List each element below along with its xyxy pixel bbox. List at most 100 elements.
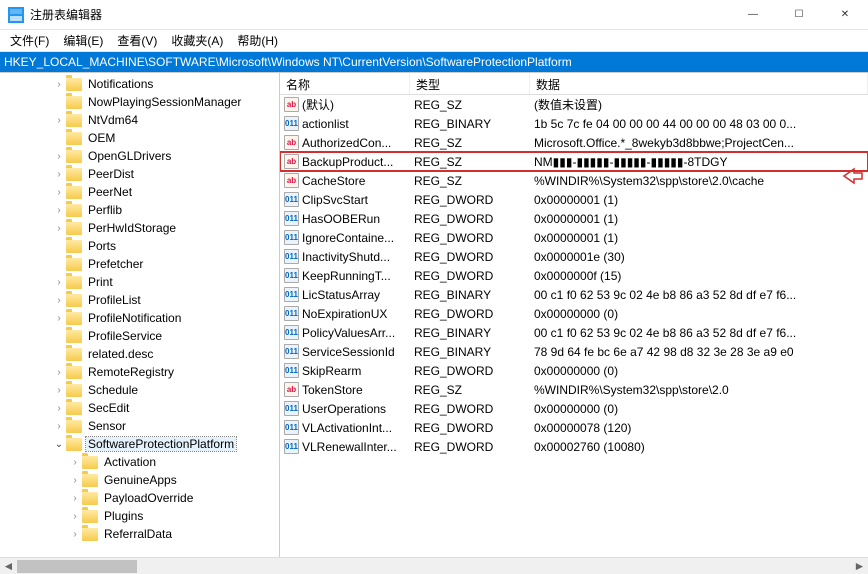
list-row[interactable]: 011IgnoreContaine...REG_DWORD0x00000001 …: [280, 228, 868, 247]
list-row[interactable]: abTokenStoreREG_SZ%WINDIR%\System32\spp\…: [280, 380, 868, 399]
tree-item[interactable]: ›ProfileNotification: [0, 309, 279, 327]
col-header-name[interactable]: 名称: [280, 73, 410, 94]
scroll-thumb[interactable]: [17, 560, 137, 573]
binary-value-icon: 011: [284, 344, 299, 359]
tree-item[interactable]: ProfileService: [0, 327, 279, 345]
menu-favorites[interactable]: 收藏夹(A): [165, 30, 229, 51]
chevron-right-icon[interactable]: ›: [68, 457, 82, 468]
folder-icon: [66, 276, 82, 289]
chevron-down-icon[interactable]: ⌄: [52, 439, 66, 450]
chevron-right-icon[interactable]: ›: [52, 151, 66, 162]
string-value-icon: ab: [284, 135, 299, 150]
tree-item[interactable]: ›Sensor: [0, 417, 279, 435]
tree-item[interactable]: ›Schedule: [0, 381, 279, 399]
value-data: 0x00000000 (0): [530, 363, 868, 379]
list-pane[interactable]: 名称 类型 数据 ab(默认)REG_SZ(数值未设置)011actionlis…: [280, 73, 868, 557]
list-row[interactable]: 011VLRenewalInter...REG_DWORD0x00002760 …: [280, 437, 868, 456]
tree-item[interactable]: ›ReferralData: [0, 525, 279, 543]
scroll-left-button[interactable]: ◄: [0, 558, 17, 574]
chevron-right-icon[interactable]: ›: [52, 205, 66, 216]
list-row[interactable]: 011HasOOBERunREG_DWORD0x00000001 (1): [280, 209, 868, 228]
tree-item[interactable]: ›RemoteRegistry: [0, 363, 279, 381]
list-row[interactable]: 011actionlistREG_BINARY1b 5c 7c fe 04 00…: [280, 114, 868, 133]
tree-item[interactable]: ›Perflib: [0, 201, 279, 219]
folder-icon: [66, 204, 82, 217]
tree-item[interactable]: ›PerHwIdStorage: [0, 219, 279, 237]
value-data: 0x00000000 (0): [530, 306, 868, 322]
string-value-icon: ab: [284, 97, 299, 112]
minimize-button[interactable]: —: [730, 0, 776, 30]
tree-item[interactable]: › OpenGLDrivers: [0, 147, 279, 165]
tree-item[interactable]: ›ProfileList: [0, 291, 279, 309]
tree-item[interactable]: ›Notifications: [0, 75, 279, 93]
tree-item[interactable]: OEM: [0, 129, 279, 147]
value-type: REG_SZ: [410, 97, 530, 113]
tree-pane[interactable]: ›NotificationsNowPlayingSessionManager›N…: [0, 73, 280, 557]
string-value-icon: ab: [284, 154, 299, 169]
scroll-track[interactable]: [17, 558, 851, 574]
menu-file[interactable]: 文件(F): [4, 30, 55, 51]
tree-item[interactable]: ›Plugins: [0, 507, 279, 525]
tree-item[interactable]: NowPlayingSessionManager: [0, 93, 279, 111]
tree-item[interactable]: ⌄SoftwareProtectionPlatform: [0, 435, 279, 453]
col-header-data[interactable]: 数据: [530, 73, 868, 94]
tree-item[interactable]: › Print: [0, 273, 279, 291]
chevron-right-icon[interactable]: ›: [52, 403, 66, 414]
value-data: Microsoft.Office.*_8wekyb3d8bbwe;Project…: [530, 135, 868, 151]
tree-item[interactable]: ›PeerDist: [0, 165, 279, 183]
chevron-right-icon[interactable]: ›: [52, 223, 66, 234]
tree-item[interactable]: Prefetcher: [0, 255, 279, 273]
menu-edit[interactable]: 编辑(E): [57, 30, 109, 51]
list-row[interactable]: 011UserOperationsREG_DWORD0x00000000 (0): [280, 399, 868, 418]
tree-item[interactable]: ›NtVdm64: [0, 111, 279, 129]
list-row[interactable]: 011NoExpirationUXREG_DWORD0x00000000 (0): [280, 304, 868, 323]
chevron-right-icon[interactable]: ›: [68, 529, 82, 540]
chevron-right-icon[interactable]: ›: [52, 313, 66, 324]
chevron-right-icon[interactable]: ›: [52, 187, 66, 198]
list-row[interactable]: 011KeepRunningT...REG_DWORD0x0000000f (1…: [280, 266, 868, 285]
chevron-right-icon[interactable]: ›: [52, 169, 66, 180]
list-row[interactable]: abBackupProduct...REG_SZNM▮▮▮-▮▮▮▮▮-▮▮▮▮…: [280, 152, 868, 171]
chevron-right-icon[interactable]: ›: [68, 511, 82, 522]
list-row[interactable]: abAuthorizedCon...REG_SZMicrosoft.Office…: [280, 133, 868, 152]
scroll-right-button[interactable]: ►: [851, 558, 868, 574]
horizontal-scrollbar[interactable]: ◄ ►: [0, 557, 868, 574]
tree-item[interactable]: ›GenuineApps: [0, 471, 279, 489]
tree-item[interactable]: ›PeerNet: [0, 183, 279, 201]
tree-item-label: Print: [86, 275, 115, 289]
col-header-type[interactable]: 类型: [410, 73, 530, 94]
tree-item[interactable]: Ports: [0, 237, 279, 255]
list-row[interactable]: 011InactivityShutd...REG_DWORD0x0000001e…: [280, 247, 868, 266]
chevron-right-icon[interactable]: ›: [52, 79, 66, 90]
list-row[interactable]: 011PolicyValuesArr...REG_BINARY00 c1 f0 …: [280, 323, 868, 342]
menu-view[interactable]: 查看(V): [111, 30, 163, 51]
chevron-right-icon[interactable]: ›: [52, 367, 66, 378]
list-row[interactable]: 011ServiceSessionIdREG_BINARY78 9d 64 fe…: [280, 342, 868, 361]
list-row[interactable]: abCacheStoreREG_SZ%WINDIR%\System32\spp\…: [280, 171, 868, 190]
list-row[interactable]: 011ClipSvcStartREG_DWORD0x00000001 (1): [280, 190, 868, 209]
value-name: LicStatusArray: [302, 288, 380, 302]
folder-icon: [66, 258, 82, 271]
menu-help[interactable]: 帮助(H): [231, 30, 284, 51]
chevron-right-icon[interactable]: ›: [52, 385, 66, 396]
chevron-right-icon[interactable]: ›: [68, 475, 82, 486]
address-bar[interactable]: HKEY_LOCAL_MACHINE\SOFTWARE\Microsoft\Wi…: [0, 52, 868, 72]
value-type: REG_DWORD: [410, 268, 530, 284]
chevron-right-icon[interactable]: ›: [52, 421, 66, 432]
list-row[interactable]: ab(默认)REG_SZ(数值未设置): [280, 95, 868, 114]
chevron-right-icon[interactable]: ›: [52, 115, 66, 126]
chevron-right-icon[interactable]: ›: [68, 493, 82, 504]
maximize-button[interactable]: ☐: [776, 0, 822, 30]
binary-value-icon: 011: [284, 325, 299, 340]
list-row[interactable]: 011VLActivationInt...REG_DWORD0x00000078…: [280, 418, 868, 437]
tree-item-label: OpenGLDrivers: [86, 149, 173, 163]
list-row[interactable]: 011LicStatusArrayREG_BINARY00 c1 f0 62 5…: [280, 285, 868, 304]
chevron-right-icon[interactable]: ›: [52, 277, 66, 288]
chevron-right-icon[interactable]: ›: [52, 295, 66, 306]
list-row[interactable]: 011SkipRearmREG_DWORD0x00000000 (0): [280, 361, 868, 380]
close-button[interactable]: ✕: [822, 0, 868, 30]
tree-item[interactable]: related.desc: [0, 345, 279, 363]
tree-item[interactable]: ›Activation: [0, 453, 279, 471]
tree-item[interactable]: ›PayloadOverride: [0, 489, 279, 507]
tree-item[interactable]: ›SecEdit: [0, 399, 279, 417]
